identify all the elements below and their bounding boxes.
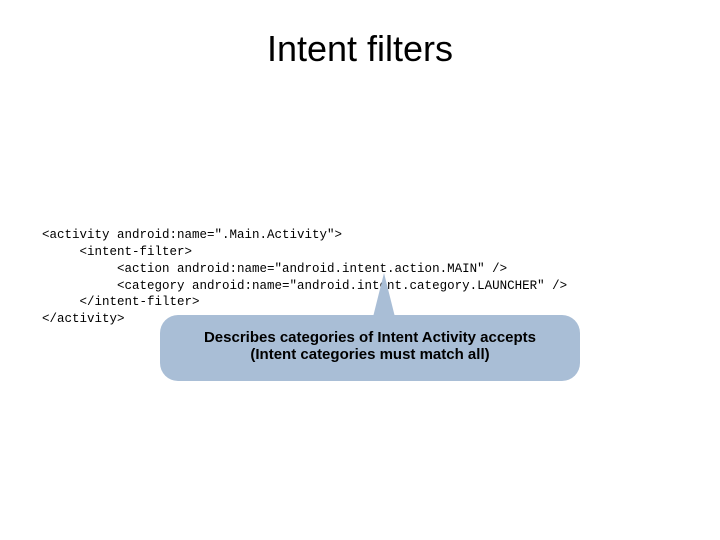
slide-title: Intent filters xyxy=(0,0,720,70)
code-line: <category android:name="android.intent.c… xyxy=(42,279,567,293)
code-line: <action android:name="android.intent.act… xyxy=(42,262,507,276)
callout: Describes categories of Intent Activity … xyxy=(160,315,580,381)
code-line: <intent-filter> xyxy=(42,245,192,259)
callout-text-line1: Describes categories of Intent Activity … xyxy=(180,329,560,346)
code-block: <activity android:name=".Main.Activity">… xyxy=(42,210,567,328)
code-line: </activity> xyxy=(42,312,125,326)
code-line: </intent-filter> xyxy=(42,295,200,309)
callout-body: Describes categories of Intent Activity … xyxy=(160,315,580,381)
callout-text-line2: (Intent categories must match all) xyxy=(180,346,560,363)
code-line: <activity android:name=".Main.Activity"> xyxy=(42,228,342,242)
